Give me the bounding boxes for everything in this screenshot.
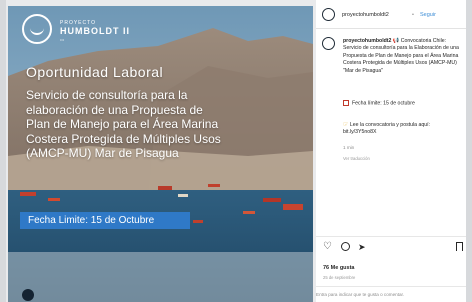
header-username[interactable]: proyectohumboldt2 xyxy=(342,12,389,18)
window-border-right xyxy=(466,0,472,302)
post-side-panel: proyectohumboldt2 • Seguir proyectohumbo… xyxy=(316,0,466,302)
view-translation-link[interactable]: Ver traducción xyxy=(343,156,370,161)
caption-link-line: ☞ Lee la convocatoria y postula aquí: bi… xyxy=(343,122,463,137)
caption-time: 1 min xyxy=(343,145,355,150)
caption-username[interactable]: proyectohumboldt2 xyxy=(343,38,391,44)
logo-title: HUMBOLDT II xyxy=(60,26,130,36)
humboldt-logo: PROYECTO HUMBOLDT II ••• xyxy=(22,14,152,48)
calendar-icon xyxy=(343,100,349,106)
share-icon[interactable]: ➤ xyxy=(358,242,366,252)
window-border-left xyxy=(0,0,6,302)
post-description: Servicio de consultoría para la elaborac… xyxy=(26,88,221,160)
header-separator: • xyxy=(412,12,414,18)
likes-count[interactable]: 76 Me gusta xyxy=(323,265,354,271)
profile-avatar[interactable] xyxy=(322,8,335,21)
logo-mark-icon xyxy=(22,14,52,44)
actions-divider xyxy=(316,236,466,237)
caption-text: proyectohumboldt2 📢 Convocatoria Chile: … xyxy=(343,38,463,75)
logo-subtext: ••• xyxy=(60,37,65,42)
deadline-banner: Fecha Limite: 15 de Octubre xyxy=(20,212,190,229)
comment-divider xyxy=(316,286,466,287)
instagram-post-window: PROYECTO HUMBOLDT II ••• Oportunidad Lab… xyxy=(0,0,472,302)
heart-icon[interactable]: ♡ xyxy=(323,242,332,252)
header-divider xyxy=(316,28,466,29)
comment-icon[interactable] xyxy=(341,242,350,251)
post-date: 25 de septiembre xyxy=(323,275,356,280)
tagged-user-icon[interactable] xyxy=(22,289,34,301)
caption-link-text[interactable]: Lee la convocatoria y postula aquí: bit.… xyxy=(343,122,430,135)
follow-button[interactable]: Seguir xyxy=(420,12,436,18)
caption-avatar[interactable] xyxy=(322,37,335,50)
bookmark-icon[interactable] xyxy=(456,242,463,251)
post-headline: Oportunidad Laboral xyxy=(26,64,164,80)
pointing-hand-icon: ☞ xyxy=(343,122,349,128)
comment-login-prompt[interactable]: Entra para indicar que te gusta o coment… xyxy=(316,292,404,297)
caption-deadline-line: Fecha límite: 15 de octubre xyxy=(343,100,463,106)
post-image[interactable]: PROYECTO HUMBOLDT II ••• Oportunidad Lab… xyxy=(8,6,313,302)
caption-deadline-text: Fecha límite: 15 de octubre xyxy=(352,100,415,107)
